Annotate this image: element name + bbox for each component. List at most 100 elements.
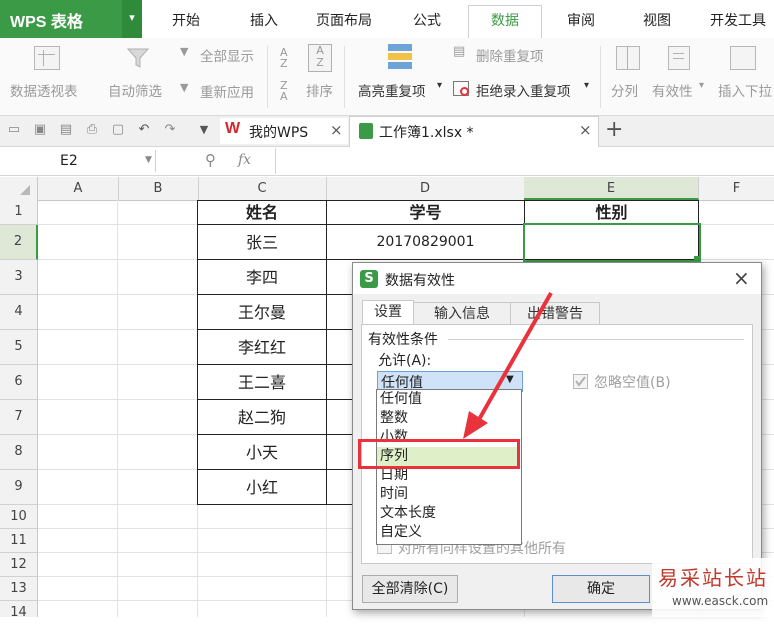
- row-header[interactable]: 3: [0, 260, 38, 295]
- formula-input[interactable]: [275, 148, 774, 174]
- validity-icon: [668, 46, 690, 70]
- wps-s-icon: S: [360, 270, 378, 288]
- row-header-selected[interactable]: 2: [0, 225, 38, 260]
- menu-data[interactable]: 数据: [468, 5, 542, 39]
- new-tab-button[interactable]: +: [605, 117, 623, 142]
- pivot-table-button[interactable]: 数据透视表: [10, 80, 78, 100]
- row-header[interactable]: 6: [0, 365, 38, 400]
- name-box[interactable]: E2 ▼: [0, 150, 156, 172]
- table-cell-name[interactable]: 张三: [198, 225, 327, 260]
- funnel-small-icon: ▼: [180, 45, 189, 58]
- tab-my-wps[interactable]: W 我的WPS ×: [220, 118, 348, 144]
- menu-review[interactable]: 审阅: [567, 10, 595, 30]
- name-box-value: E2: [60, 153, 78, 169]
- table-cell-name[interactable]: 赵二狗: [198, 400, 327, 435]
- row-header[interactable]: 4: [0, 295, 38, 330]
- print-preview-icon[interactable]: ▢: [110, 122, 126, 138]
- column-header[interactable]: F: [699, 177, 774, 200]
- dropdown-option[interactable]: 自定义: [380, 523, 422, 542]
- reject-duplicates-button[interactable]: 拒绝录入重复项: [476, 80, 571, 100]
- highlight-duplicates-icon: [388, 44, 412, 70]
- chevron-down-icon[interactable]: ▼: [145, 155, 152, 165]
- fx-icon[interactable]: fx: [238, 152, 251, 168]
- table-header-cell[interactable]: 性别: [525, 201, 699, 225]
- close-icon[interactable]: ×: [579, 121, 592, 139]
- undo-icon[interactable]: ↶: [136, 122, 152, 138]
- validity-button[interactable]: 有效性: [652, 80, 693, 100]
- row-header[interactable]: 9: [0, 470, 38, 505]
- column-header[interactable]: D: [326, 177, 525, 200]
- tab-workbook[interactable]: 工作簿1.xlsx * ×: [349, 116, 599, 147]
- spreadsheet-icon: [359, 123, 373, 139]
- row-header[interactable]: 11: [0, 529, 38, 553]
- ignore-blank-checkbox[interactable]: [573, 374, 588, 389]
- save-icon[interactable]: ▣: [32, 122, 48, 138]
- dropdown-option[interactable]: 整数: [380, 409, 408, 428]
- split-columns-icon: [616, 46, 640, 70]
- dropdown-option[interactable]: 任何值: [380, 390, 422, 409]
- row-header[interactable]: 14: [0, 601, 38, 620]
- fill-handle[interactable]: [694, 256, 699, 261]
- row-header[interactable]: 13: [0, 577, 38, 601]
- chevron-down-icon[interactable]: ▾: [122, 0, 142, 38]
- column-header[interactable]: A: [38, 177, 119, 200]
- row-header[interactable]: 5: [0, 330, 38, 365]
- sort-asc-icon[interactable]: AZ: [280, 47, 288, 69]
- show-all-button[interactable]: 全部显示: [200, 45, 254, 65]
- dropdown-option[interactable]: 文本长度: [380, 504, 436, 523]
- pivot-table-icon: [34, 46, 60, 70]
- ok-button[interactable]: 确定: [552, 575, 650, 603]
- open-folder-icon[interactable]: ▭: [6, 122, 22, 138]
- wps-logo-button[interactable]: WPS 表格 ▾: [0, 0, 142, 38]
- row-header[interactable]: 10: [0, 505, 38, 529]
- dialog-title: 数据有效性: [385, 273, 455, 289]
- column-header-selected[interactable]: E: [524, 177, 699, 200]
- table-cell-name[interactable]: 王二喜: [198, 365, 327, 400]
- print-icon[interactable]: ⎙: [84, 122, 100, 138]
- chevron-down-icon[interactable]: ▾: [584, 80, 589, 91]
- menu-developer[interactable]: 开发工具: [710, 10, 766, 30]
- highlight-duplicates-button[interactable]: 高亮重复项: [358, 80, 426, 100]
- sort-button[interactable]: 排序: [306, 80, 333, 100]
- column-header[interactable]: C: [198, 177, 327, 200]
- column-header[interactable]: B: [118, 177, 199, 200]
- menu-insert[interactable]: 插入: [250, 10, 278, 30]
- table-cell-id[interactable]: 20170829001: [327, 225, 525, 260]
- chevron-down-icon[interactable]: ▾: [437, 80, 442, 91]
- auto-filter-button[interactable]: 自动筛选: [108, 80, 162, 100]
- chevron-down-icon[interactable]: ▼: [196, 122, 212, 138]
- tab-settings[interactable]: 设置: [362, 300, 414, 326]
- active-cell-e2[interactable]: [523, 223, 701, 262]
- zoom-icon[interactable]: ⚲: [205, 151, 216, 169]
- remove-duplicates-button[interactable]: 删除重复项: [476, 45, 544, 65]
- table-cell-name[interactable]: 王尔曼: [198, 295, 327, 330]
- menu-start[interactable]: 开始: [172, 10, 200, 30]
- dropdown-option[interactable]: 时间: [380, 485, 408, 504]
- redo-icon[interactable]: ↷: [162, 122, 178, 138]
- menu-view[interactable]: 视图: [643, 10, 671, 30]
- table-cell-name[interactable]: 小天: [198, 435, 327, 470]
- row-header[interactable]: 7: [0, 400, 38, 435]
- clear-all-button[interactable]: 全部清除(C): [362, 575, 458, 603]
- ignore-blank-label: 忽略空值(B): [594, 375, 671, 391]
- insert-dropdown-button[interactable]: 插入下拉: [718, 80, 772, 100]
- menu-formula[interactable]: 公式: [413, 10, 441, 30]
- export-pdf-icon[interactable]: ▤: [58, 122, 74, 138]
- ribbon-divider: [600, 46, 601, 108]
- close-icon[interactable]: ×: [330, 121, 343, 139]
- row-header[interactable]: 1: [0, 200, 38, 225]
- table-header-cell[interactable]: 学号: [327, 201, 525, 225]
- sort-desc-icon[interactable]: ZA: [280, 80, 288, 102]
- table-cell-name[interactable]: 李红红: [198, 330, 327, 365]
- select-all-corner[interactable]: [0, 177, 38, 200]
- reapply-button[interactable]: 重新应用: [200, 81, 254, 101]
- table-header-cell[interactable]: 姓名: [198, 201, 327, 225]
- row-header[interactable]: 8: [0, 435, 38, 470]
- table-cell-name[interactable]: 小红: [198, 470, 327, 505]
- table-cell-name[interactable]: 李四: [198, 260, 327, 295]
- split-columns-button[interactable]: 分列: [611, 80, 638, 100]
- close-icon[interactable]: ×: [733, 266, 750, 290]
- chevron-down-icon[interactable]: ▾: [699, 80, 704, 91]
- menu-page-layout[interactable]: 页面布局: [316, 10, 372, 30]
- row-header[interactable]: 12: [0, 553, 38, 577]
